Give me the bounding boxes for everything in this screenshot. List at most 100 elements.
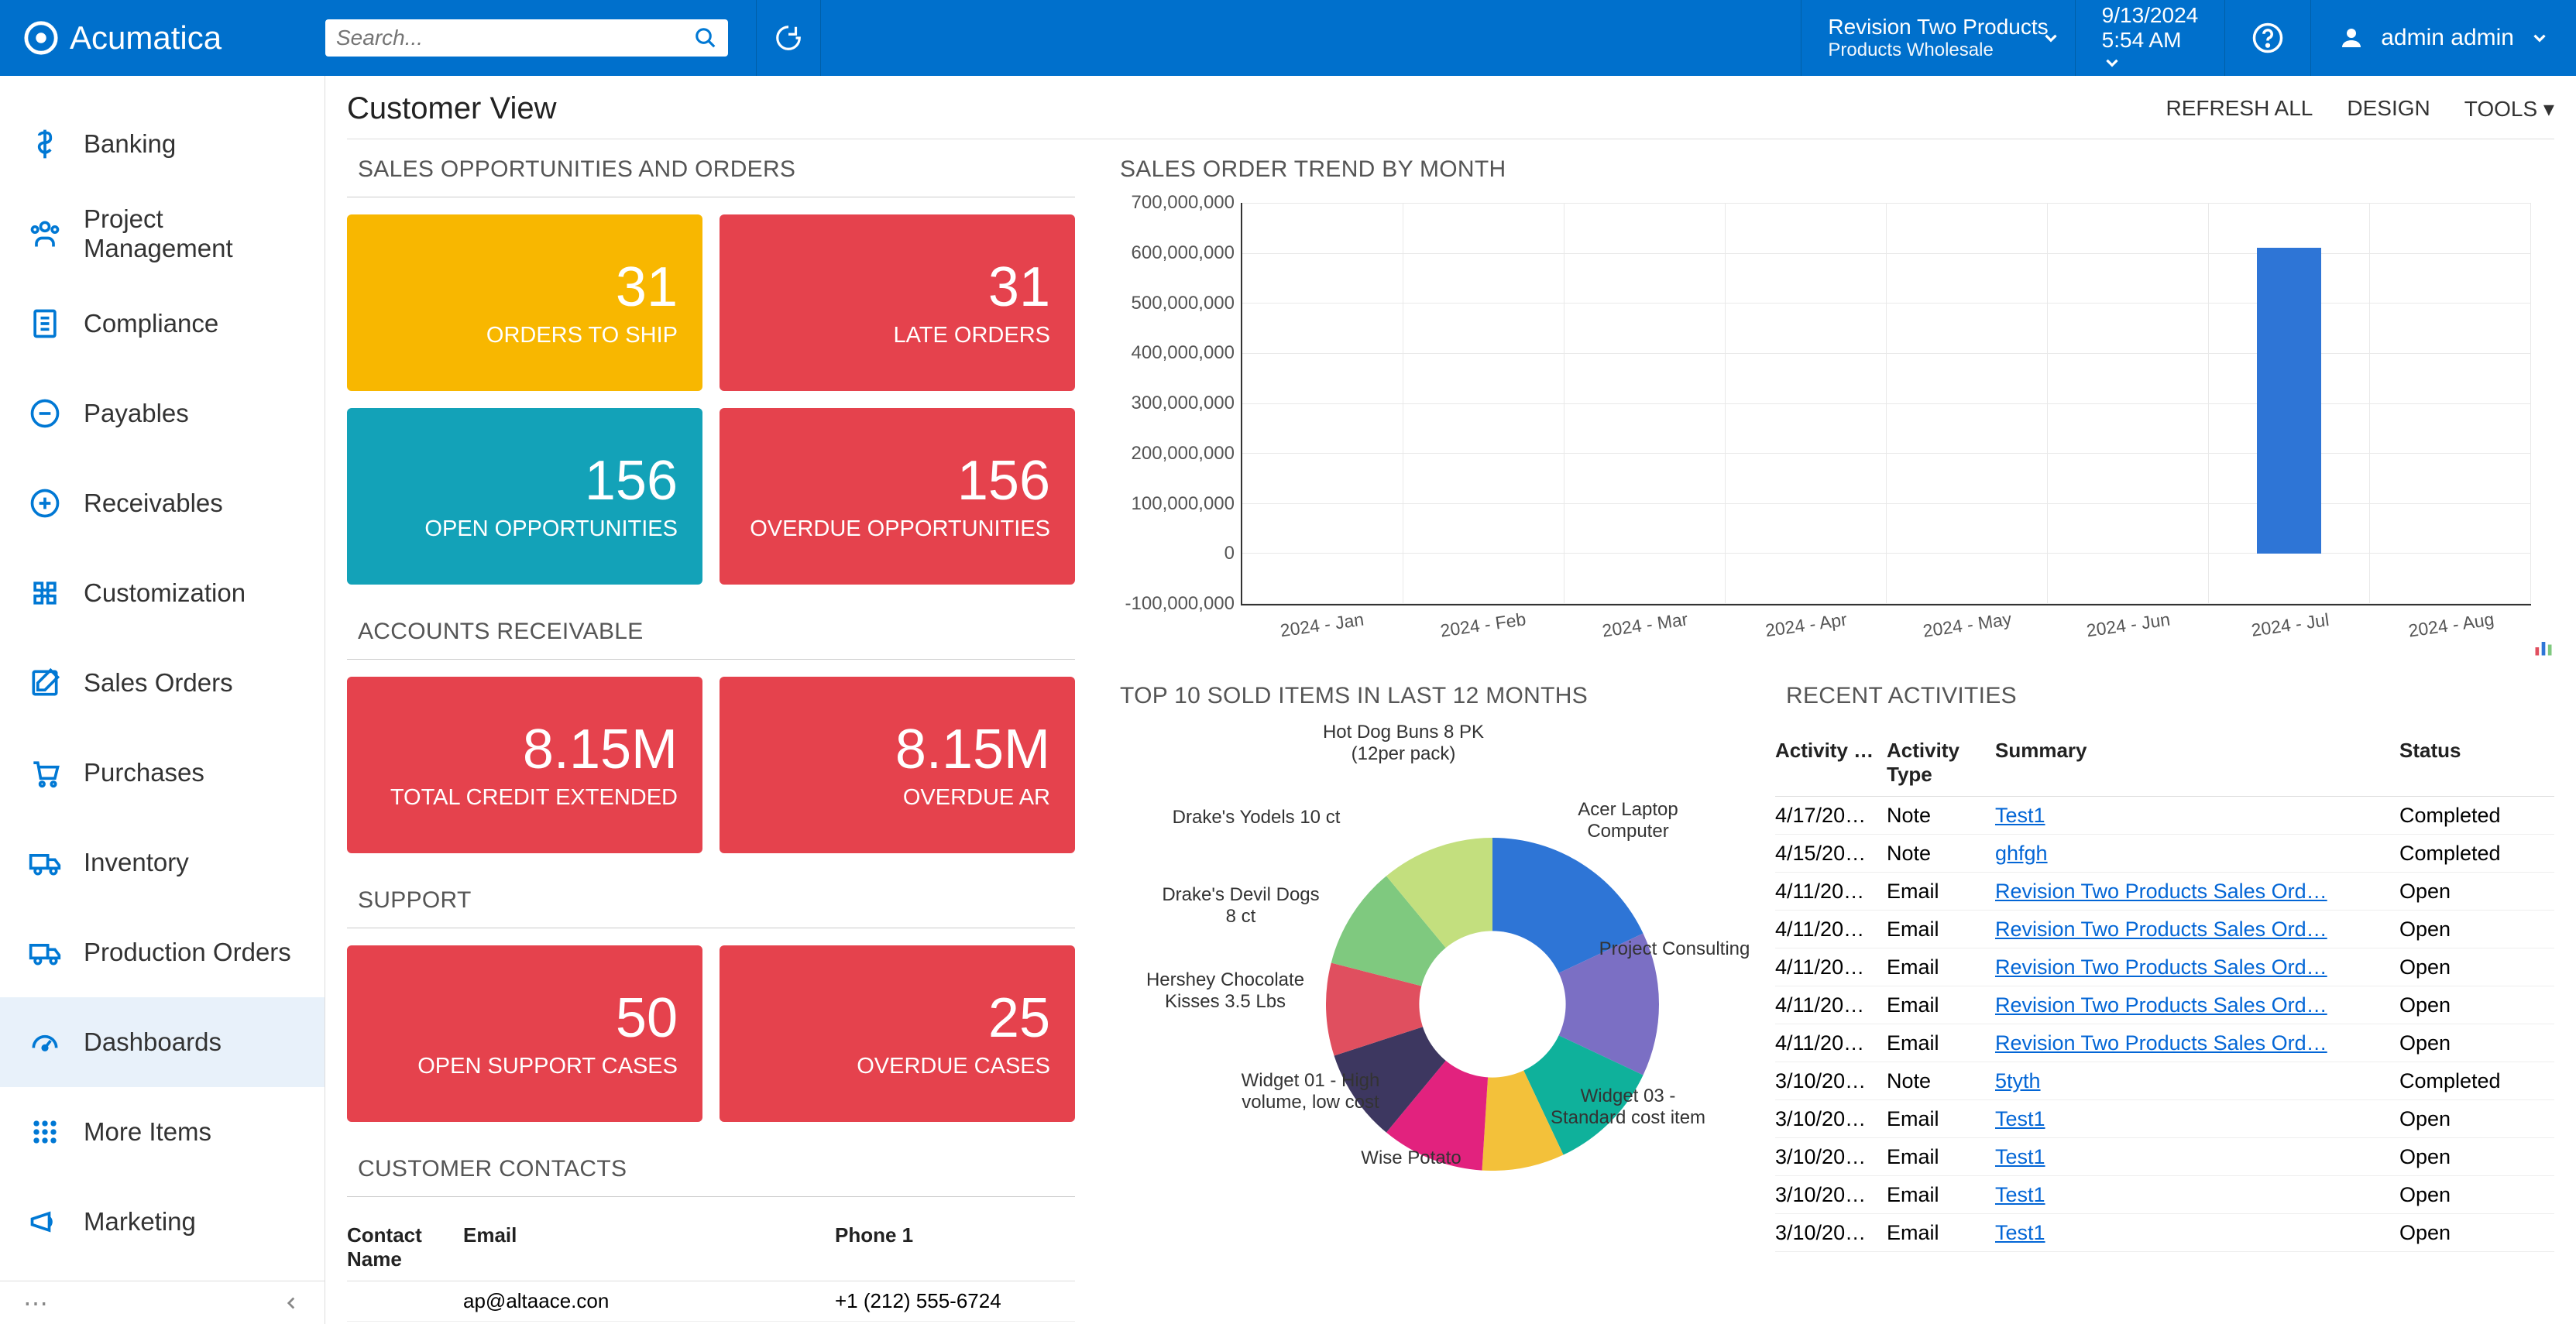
sidebar-item-inventory[interactable]: Inventory: [0, 818, 325, 907]
col-summary[interactable]: Summary: [1995, 739, 2399, 787]
sidebar-item-label: Compliance: [84, 309, 218, 338]
sidebar-item-payables[interactable]: Payables: [0, 369, 325, 458]
activity-row[interactable]: 4/11/20…EmailRevision Two Products Sales…: [1775, 1024, 2554, 1062]
person-icon: [28, 217, 62, 251]
col-activity-type[interactable]: Activity Type: [1887, 739, 1995, 787]
activity-link[interactable]: Test1: [1995, 804, 2045, 827]
sales-trend-chart[interactable]: 700,000,000600,000,000500,000,000400,000…: [1109, 203, 2554, 658]
sidebar-item-banking[interactable]: Banking: [0, 99, 325, 189]
sidebar-item-label: Payables: [84, 399, 189, 428]
sidebar-item-label: Dashboards: [84, 1027, 222, 1057]
search-box[interactable]: [325, 19, 728, 57]
kpi-late-orders[interactable]: 31 LATE ORDERS: [720, 214, 1075, 391]
sidebar-item-label: More Items: [84, 1117, 211, 1147]
user-menu[interactable]: admin admin: [2310, 0, 2576, 76]
kpi-open-opportunities[interactable]: 156 OPEN OPPORTUNITIES: [347, 408, 702, 585]
section-contacts: CUSTOMER CONTACTS: [347, 1139, 1075, 1197]
help-button[interactable]: [2224, 0, 2310, 76]
chart-type-icon[interactable]: [2533, 636, 2554, 658]
kpi-orders-to-ship[interactable]: 31 ORDERS TO SHIP: [347, 214, 702, 391]
contact-row[interactable]: ap@altaace.con+1 (212) 555-6724: [347, 1281, 1075, 1322]
sidebar-item-customization[interactable]: Customization: [0, 548, 325, 638]
sidebar-item-purchases[interactable]: Purchases: [0, 728, 325, 818]
col-phone[interactable]: Phone 1: [835, 1223, 1075, 1271]
activity-row[interactable]: 4/11/20…EmailRevision Two Products Sales…: [1775, 873, 2554, 911]
activity-row[interactable]: 4/11/20…EmailRevision Two Products Sales…: [1775, 911, 2554, 948]
sidebar-item-more-items[interactable]: More Items: [0, 1087, 325, 1177]
refresh-button[interactable]: [756, 0, 821, 76]
kpi-overdue-ar[interactable]: 8.15M OVERDUE AR: [720, 677, 1075, 853]
logo-text: Acumatica: [70, 19, 222, 57]
sidebar-item-label: Project Management: [84, 204, 297, 263]
sidebar-item-compliance[interactable]: Compliance: [0, 279, 325, 369]
activity-link[interactable]: Test1: [1995, 1183, 2045, 1206]
tools-button[interactable]: TOOLS ▾: [2464, 96, 2554, 122]
activity-row[interactable]: 3/10/20…EmailTest1Open: [1775, 1138, 2554, 1176]
sidebar-item-marketing[interactable]: Marketing: [0, 1177, 325, 1267]
chevron-down-icon: [2041, 28, 2061, 48]
cart-icon: [28, 756, 62, 790]
more-icon[interactable]: ⋯: [23, 1288, 48, 1318]
search-input[interactable]: [336, 26, 694, 50]
col-contact-name[interactable]: Contact Name: [347, 1223, 463, 1271]
activity-link[interactable]: ghfgh: [1995, 842, 2048, 865]
activity-row[interactable]: 4/11/20…EmailRevision Two Products Sales…: [1775, 986, 2554, 1024]
activity-link[interactable]: Revision Two Products Sales Ord…: [1995, 955, 2327, 979]
activity-link[interactable]: Revision Two Products Sales Ord…: [1995, 993, 2327, 1017]
minus-circle-icon: [28, 396, 62, 430]
section-ar: ACCOUNTS RECEIVABLE: [347, 602, 1075, 660]
activity-row[interactable]: 3/10/20…EmailTest1Open: [1775, 1176, 2554, 1214]
activity-link[interactable]: Test1: [1995, 1107, 2045, 1130]
col-activity-date[interactable]: Activity Date: [1775, 739, 1887, 787]
pie-label: Drake's Devil Dogs 8 ct: [1156, 884, 1326, 928]
truck-icon: [28, 935, 62, 969]
sidebar: Banking Project Management Compliance Payab…: [0, 76, 325, 1324]
sidebar-item-project-management[interactable]: Project Management: [0, 189, 325, 279]
edit-icon: [28, 666, 62, 700]
activity-row[interactable]: 4/15/20…NoteghfghCompleted: [1775, 835, 2554, 873]
user-icon: [2337, 24, 2365, 52]
sidebar-item-sales-orders[interactable]: Sales Orders: [0, 638, 325, 728]
time-text: 5:54 AM: [2102, 28, 2199, 53]
sidebar-item-dashboards[interactable]: Dashboards: [0, 997, 325, 1087]
kpi-open-support[interactable]: 50 OPEN SUPPORT CASES: [347, 945, 702, 1122]
sidebar-item-receivables[interactable]: Receivables: [0, 458, 325, 548]
date-text: 9/13/2024: [2102, 3, 2199, 28]
activity-link[interactable]: Revision Two Products Sales Ord…: [1995, 1031, 2327, 1055]
section-sales-opportunities: SALES OPPORTUNITIES AND ORDERS: [347, 139, 1075, 197]
sidebar-item-label: Purchases: [84, 758, 204, 787]
truck-icon: [28, 846, 62, 880]
kpi-credit-extended[interactable]: 8.15M TOTAL CREDIT EXTENDED: [347, 677, 702, 853]
page-title: Customer View: [347, 91, 556, 126]
activity-link[interactable]: Test1: [1995, 1221, 2045, 1244]
design-button[interactable]: DESIGN: [2347, 96, 2430, 122]
activity-link[interactable]: 5tyth: [1995, 1069, 2041, 1092]
kpi-overdue-opportunities[interactable]: 156 OVERDUE OPPORTUNITIES: [720, 408, 1075, 585]
activity-link[interactable]: Revision Two Products Sales Ord…: [1995, 918, 2327, 941]
top10-pie-chart[interactable]: Hot Dog Buns 8 PK (12per pack)Acer Lapto…: [1109, 729, 1744, 1163]
collapse-icon[interactable]: [281, 1293, 301, 1313]
activity-row[interactable]: 3/10/20…EmailTest1Open: [1775, 1100, 2554, 1138]
refresh-all-button[interactable]: REFRESH ALL: [2166, 96, 2313, 122]
activity-row[interactable]: 4/11/20…EmailRevision Two Products Sales…: [1775, 948, 2554, 986]
activity-row[interactable]: 3/10/20…Note5tythCompleted: [1775, 1062, 2554, 1100]
section-trend: SALES ORDER TREND BY MONTH: [1109, 139, 2554, 197]
logo[interactable]: Acumatica: [0, 19, 325, 57]
kpi-overdue-cases[interactable]: 25 OVERDUE CASES: [720, 945, 1075, 1122]
activity-row[interactable]: 4/17/20…NoteTest1Completed: [1775, 797, 2554, 835]
business-date[interactable]: 9/13/2024 5:54 AM: [2075, 0, 2225, 76]
activity-link[interactable]: Revision Two Products Sales Ord…: [1995, 880, 2327, 903]
col-email[interactable]: Email: [463, 1223, 835, 1271]
user-name: admin admin: [2381, 25, 2514, 51]
document-icon: [28, 307, 62, 341]
pie-label: Acer Laptop Computer: [1543, 799, 1713, 842]
pie-label: Widget 01 - High volume, low cost: [1225, 1070, 1396, 1113]
col-status[interactable]: Status: [2399, 739, 2554, 787]
activity-row[interactable]: 3/10/20…EmailTest1Open: [1775, 1214, 2554, 1252]
sidebar-item-label: Production Orders: [84, 938, 291, 967]
company-selector[interactable]: Revision Two Products Products Wholesale: [1801, 0, 2074, 76]
sidebar-item-label: Customization: [84, 578, 246, 608]
pie-label: Project Consulting: [1589, 938, 1760, 960]
sidebar-item-production-orders[interactable]: Production Orders: [0, 907, 325, 997]
activity-link[interactable]: Test1: [1995, 1145, 2045, 1168]
